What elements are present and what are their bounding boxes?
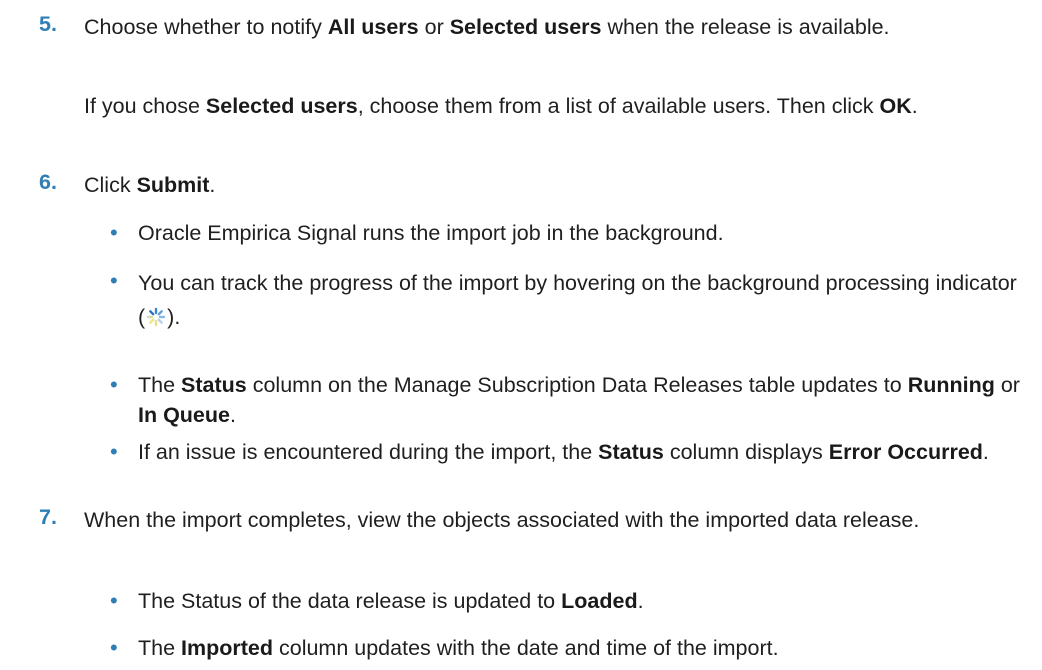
step-5-subtext: If you chose Selected users, choose them… [84, 94, 918, 118]
step-6-bullet-4: If an issue is encountered during the im… [138, 440, 989, 464]
bullet-dot: • [110, 372, 118, 397]
bullet-dot: • [110, 268, 118, 293]
step-6-text: Click Submit. [84, 173, 216, 197]
bullet-dot: • [110, 439, 118, 464]
step-7-bullet-1: The Status of the data release is update… [138, 589, 644, 613]
bullet-dot: • [110, 635, 118, 660]
step-7-bullet-2: The Imported column updates with the dat… [138, 636, 779, 660]
step-number-6: 6. [39, 170, 57, 194]
step-number-7: 7. [39, 505, 57, 529]
step-6-bullet-1: Oracle Empirica Signal runs the import j… [138, 221, 724, 245]
document-page: 5. Choose whether to notify All users or… [0, 0, 1042, 670]
step-6-bullet-3: The Status column on the Manage Subscrip… [138, 373, 1020, 427]
step-7-text: When the import completes, view the obje… [84, 508, 920, 532]
step-6-bullet-2: You can track the progress of the import… [138, 271, 1017, 329]
bullet-dot: • [110, 588, 118, 613]
step-number-5: 5. [39, 12, 57, 36]
spinner-icon [146, 303, 166, 327]
bullet-dot: • [110, 220, 118, 245]
step-5-text: Choose whether to notify All users or Se… [84, 15, 890, 39]
